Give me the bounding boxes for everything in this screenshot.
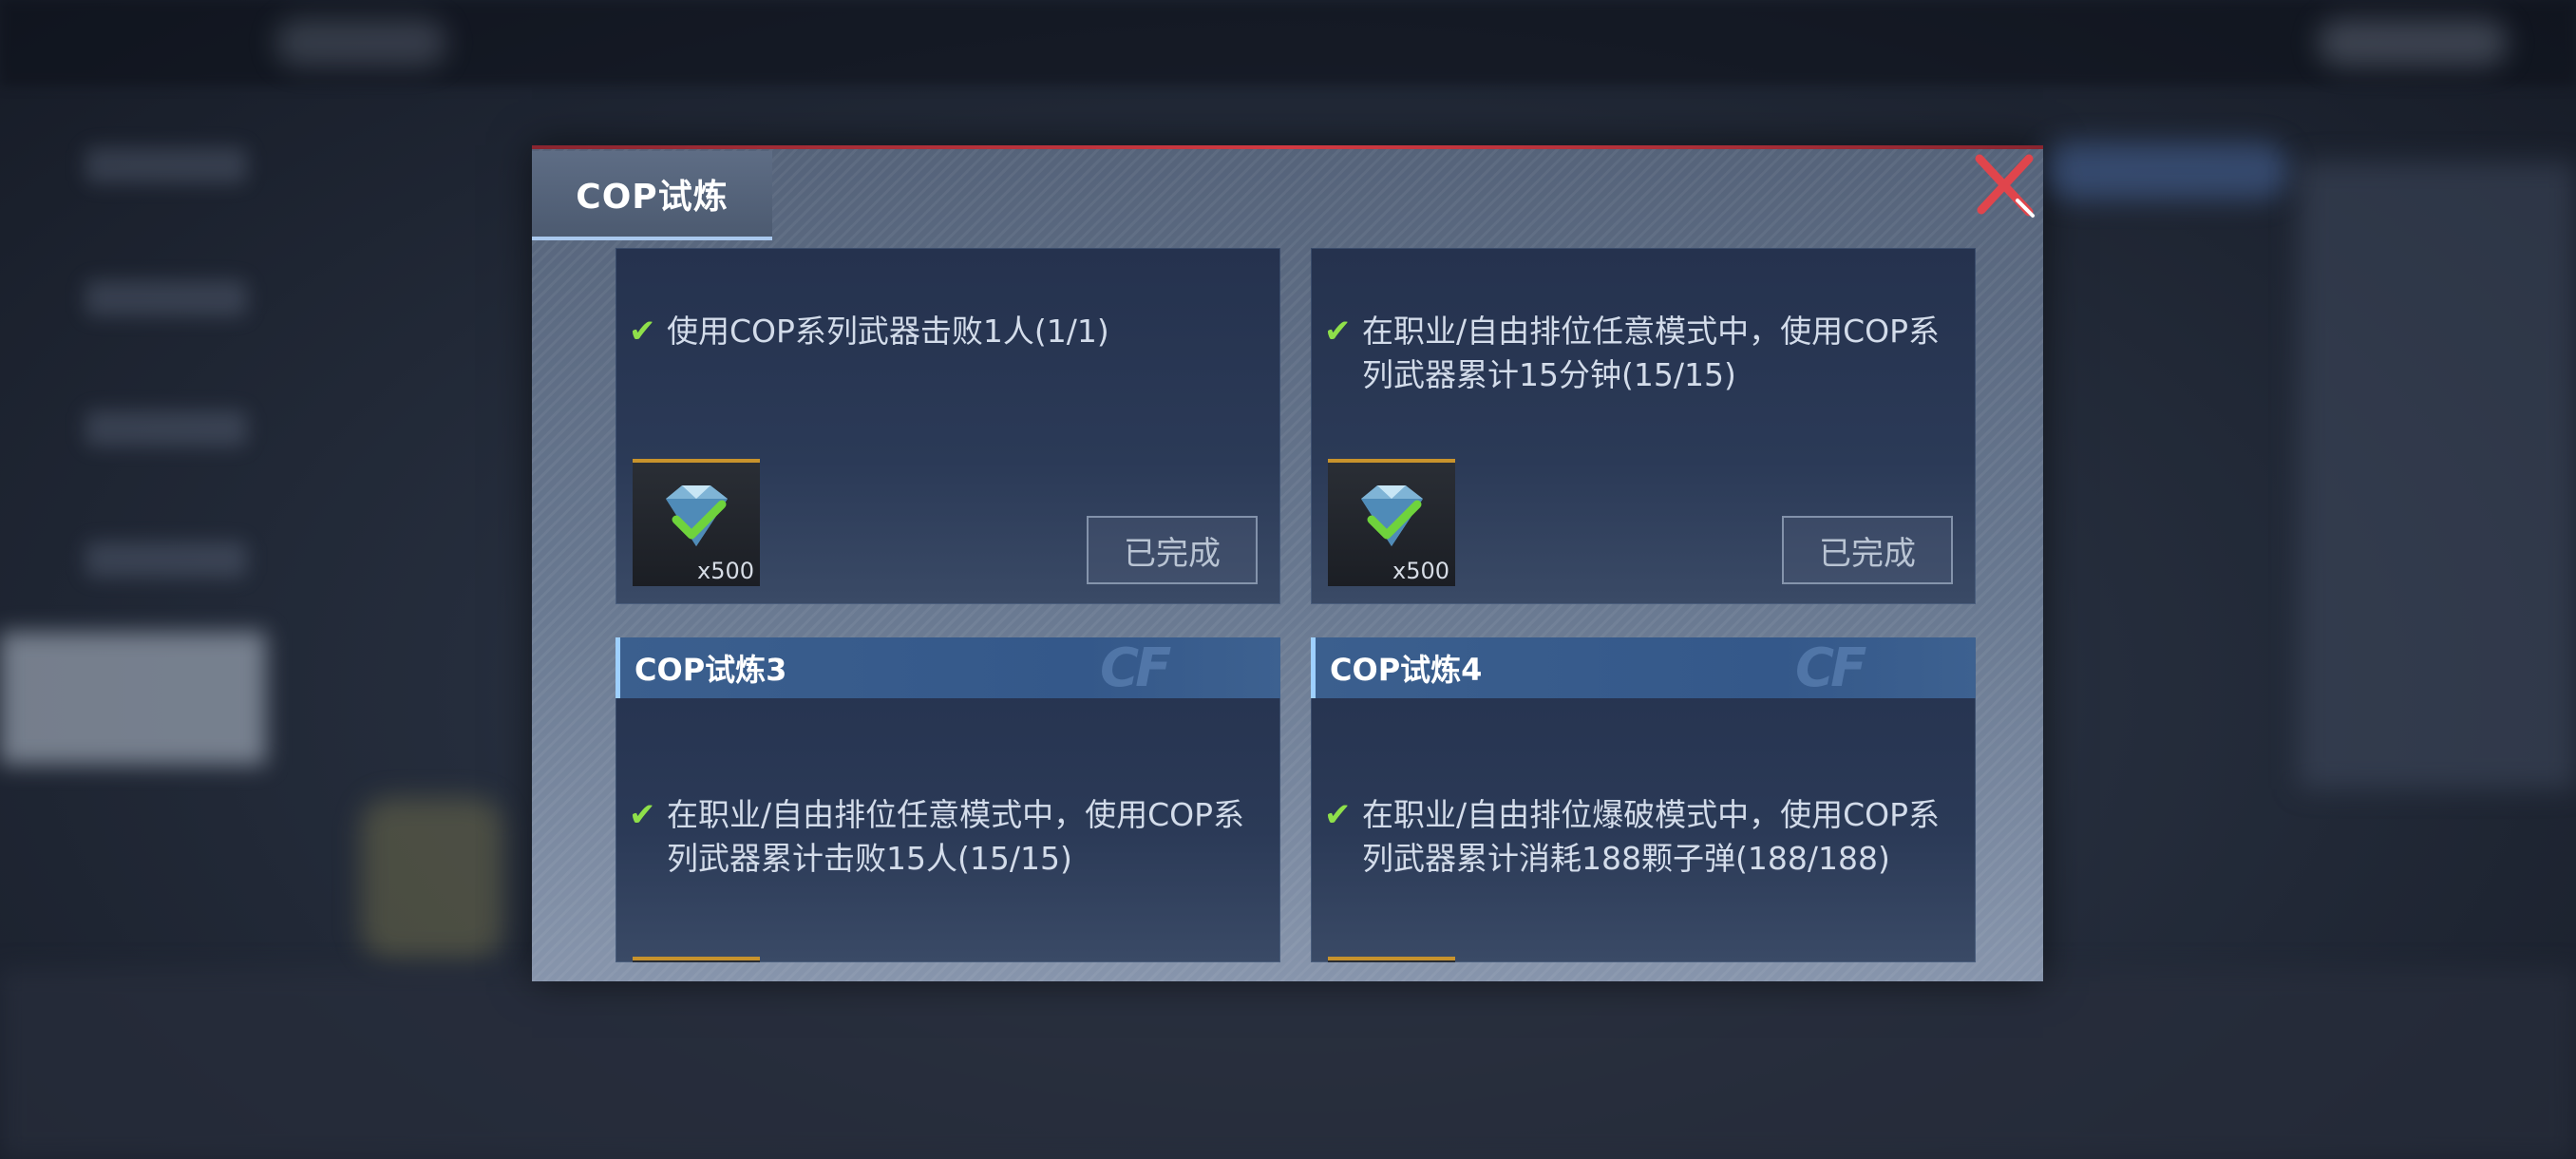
task-line: 在职业/自由排位任意模式中，使用COP系 xyxy=(1362,313,1941,350)
task-line: 在职业/自由排位任意模式中，使用COP系 xyxy=(667,796,1245,833)
task-description: ✔ 在职业/自由排位爆破模式中，使用COP系 列武器累计消耗188颗子弹(188… xyxy=(1324,793,1957,881)
reward-item-partial xyxy=(1328,957,1455,962)
background-blob xyxy=(2042,142,2289,200)
reward-item[interactable]: x500 xyxy=(633,459,760,586)
completed-button[interactable]: 已完成 xyxy=(1087,516,1258,584)
task-line: 在职业/自由排位爆破模式中，使用COP系 xyxy=(1362,796,1941,833)
trial-card-3: COP试炼3 CF ✔ 在职业/自由排位任意模式中，使用COP系 列武器累计击败… xyxy=(616,637,1280,962)
diamond-gem-icon xyxy=(666,485,728,546)
cop-trial-dialog: COP试炼 ✔ 使用COP系列武器击败1人(1/1) x500 已完成 ✔ 在职… xyxy=(532,145,2043,981)
task-description: ✔ 在职业/自由排位任意模式中，使用COP系 列武器累计15分钟(15/15) xyxy=(1324,310,1957,397)
task-line: 列武器累计击败15人(15/15) xyxy=(667,840,1072,877)
background-sidebar-item xyxy=(85,410,247,446)
background-blob xyxy=(275,19,446,66)
task-text: 在职业/自由排位爆破模式中，使用COP系 列武器累计消耗188颗子弹(188/1… xyxy=(1362,793,1957,881)
task-text: 在职业/自由排位任意模式中，使用COP系 列武器累计15分钟(15/15) xyxy=(1362,310,1957,397)
trial-card-2: ✔ 在职业/自由排位任意模式中，使用COP系 列武器累计15分钟(15/15) … xyxy=(1311,248,1976,604)
background-right-panel xyxy=(2299,162,2576,788)
reward-item-partial xyxy=(633,957,760,962)
background-sidebar-item xyxy=(85,147,247,183)
tab-cop-trial[interactable]: COP试炼 xyxy=(532,151,772,240)
close-x-icon xyxy=(1975,154,2035,218)
checkmark-icon: ✔ xyxy=(1324,796,1352,834)
close-button[interactable] xyxy=(1974,153,2038,219)
background-blob xyxy=(361,798,503,960)
completed-button[interactable]: 已完成 xyxy=(1782,516,1953,584)
checkmark-icon: ✔ xyxy=(1324,313,1352,351)
background-sidebar-active xyxy=(0,632,266,765)
task-description: ✔ 在职业/自由排位任意模式中，使用COP系 列武器累计击败15人(15/15) xyxy=(629,793,1261,881)
dialog-top-accent-line xyxy=(532,145,2043,149)
background-blob xyxy=(2318,19,2508,66)
reward-quantity: x500 xyxy=(696,558,754,584)
task-line: 使用COP系列武器击败1人(1/1) xyxy=(667,313,1109,350)
card-title: COP试炼3 xyxy=(635,652,787,688)
checkmark-icon: ✔ xyxy=(629,796,656,834)
background-sidebar-item xyxy=(85,280,247,316)
reward-quantity: x500 xyxy=(1392,558,1449,584)
trial-card-1: ✔ 使用COP系列武器击败1人(1/1) x500 已完成 xyxy=(616,248,1280,604)
cf-logo-watermark-icon: CF xyxy=(1100,637,1171,699)
task-text: 在职业/自由排位任意模式中，使用COP系 列武器累计击败15人(15/15) xyxy=(667,793,1261,881)
trial-card-4: COP试炼4 CF ✔ 在职业/自由排位爆破模式中，使用COP系 列武器累计消耗… xyxy=(1311,637,1976,962)
card-title: COP试炼4 xyxy=(1330,652,1483,688)
checkmark-icon: ✔ xyxy=(629,313,656,351)
background-bottom-strip xyxy=(0,969,2576,1159)
cf-logo-watermark-icon: CF xyxy=(1795,637,1866,699)
task-line: 列武器累计消耗188颗子弹(188/188) xyxy=(1362,840,1890,877)
card-header: COP试炼4 CF xyxy=(1311,637,1976,698)
task-description: ✔ 使用COP系列武器击败1人(1/1) xyxy=(629,310,1261,353)
background-sidebar-item xyxy=(85,542,247,578)
task-line: 列武器累计15分钟(15/15) xyxy=(1362,356,1736,393)
diamond-gem-icon xyxy=(1361,485,1423,546)
reward-item[interactable]: x500 xyxy=(1328,459,1455,586)
card-header: COP试炼3 CF xyxy=(616,637,1280,698)
task-text: 使用COP系列武器击败1人(1/1) xyxy=(667,310,1261,353)
